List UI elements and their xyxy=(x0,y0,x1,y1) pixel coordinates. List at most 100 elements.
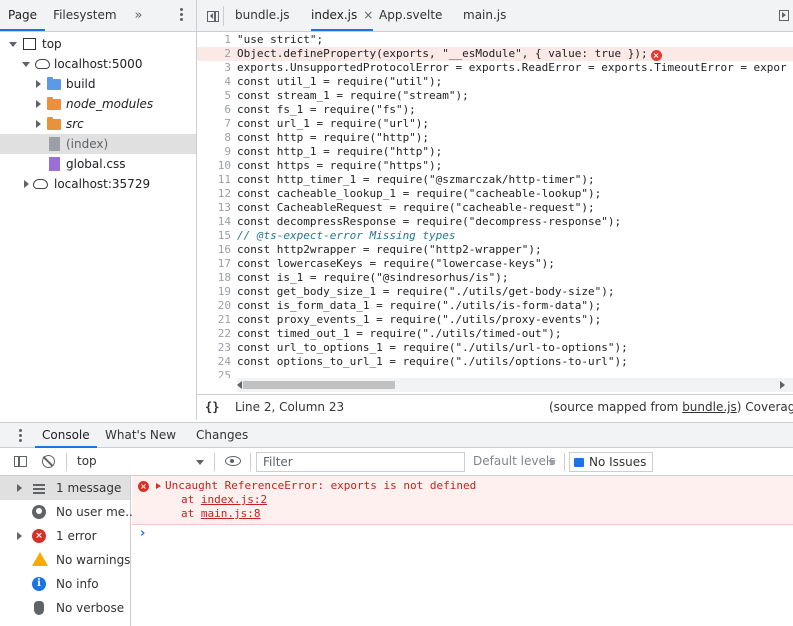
tree-item-node-modules[interactable]: node_modules xyxy=(0,94,196,114)
line-number[interactable]: 4 xyxy=(197,75,237,89)
scrollbar-thumb[interactable] xyxy=(243,381,395,389)
pretty-print-icon[interactable]: {} xyxy=(205,395,219,420)
code-line: 17 const lowercaseKeys = require("lowerca… xyxy=(197,257,793,271)
line-number[interactable]: 15 xyxy=(197,229,237,243)
line-number[interactable]: 3 xyxy=(197,61,237,75)
sidebar-item-errors[interactable]: × 1 error xyxy=(0,524,130,548)
tree-item-src[interactable]: src xyxy=(0,114,196,134)
line-number[interactable]: 11 xyxy=(197,173,237,187)
chevron-down-icon[interactable] xyxy=(548,460,556,465)
sidebar-item-warnings[interactable]: No warnings xyxy=(0,548,130,572)
tree-item-global-css[interactable]: global.css xyxy=(0,154,196,174)
line-number[interactable]: 21 xyxy=(197,313,237,327)
index-js-link[interactable]: index.js:2 xyxy=(201,493,267,506)
log-levels-dropdown[interactable]: Default levels xyxy=(473,448,555,475)
sidebar-item-info[interactable]: i No info xyxy=(0,572,130,596)
line-number[interactable]: 1 xyxy=(197,33,237,47)
chevron-down-icon[interactable] xyxy=(196,460,204,465)
error-marker-icon[interactable]: × xyxy=(650,50,662,61)
line-number[interactable]: 9 xyxy=(197,145,237,159)
line-number[interactable]: 2 xyxy=(197,47,237,61)
line-number[interactable]: 19 xyxy=(197,285,237,299)
console-output[interactable]: × Uncaught ReferenceError: exports is no… xyxy=(132,476,793,626)
code-line: 5 const stream_1 = require("stream"); xyxy=(197,89,793,103)
sidebar-item-verbose[interactable]: No verbose xyxy=(0,596,130,620)
tree-item-index[interactable]: (index) xyxy=(0,134,196,154)
tree-item-localhost-35729[interactable]: localhost:35729 xyxy=(0,174,196,194)
tab-page[interactable]: Page xyxy=(0,0,46,31)
warning-icon xyxy=(32,552,48,566)
expand-arrow-icon[interactable] xyxy=(17,532,22,540)
stack-frame-prefix: at xyxy=(181,507,201,520)
clear-console-icon[interactable] xyxy=(42,455,55,468)
tab-changes[interactable]: Changes xyxy=(196,423,248,448)
line-number[interactable]: 7 xyxy=(197,117,237,131)
code-line: 23 const url_to_options_1 = require("./ut… xyxy=(197,341,793,355)
line-number[interactable]: 12 xyxy=(197,187,237,201)
expand-arrow-icon[interactable] xyxy=(9,42,17,47)
sidebar-item-user-messages[interactable]: No user me... xyxy=(0,500,137,524)
more-tabs-icon[interactable]: » xyxy=(125,8,153,23)
issues-button[interactable]: No Issues xyxy=(569,452,654,472)
line-number[interactable]: 23 xyxy=(197,341,237,355)
code-line: 25 xyxy=(197,369,793,378)
toggle-debugger-icon[interactable] xyxy=(779,10,789,21)
tab-console[interactable]: Console xyxy=(35,423,97,448)
code-area[interactable]: 1 "use strict"; 2 Object.defineProperty(exp… xyxy=(197,33,793,378)
code-text: const https = require("https"); xyxy=(237,159,443,172)
tab-app-svelte[interactable]: App.svelte xyxy=(379,0,442,31)
tab-filesystem[interactable]: Filesystem xyxy=(45,0,124,31)
code-text: const http_timer_1 = require("@szmarczak… xyxy=(237,173,595,186)
expand-arrow-icon[interactable] xyxy=(156,483,161,489)
scroll-right-icon[interactable] xyxy=(780,381,785,389)
main-js-link[interactable]: main.js:8 xyxy=(201,507,261,520)
line-number[interactable]: 13 xyxy=(197,201,237,215)
line-number[interactable]: 22 xyxy=(197,327,237,341)
line-number[interactable]: 8 xyxy=(197,131,237,145)
coverage-info: Coverage: n/a xyxy=(745,400,793,414)
toggle-navigator-icon[interactable] xyxy=(207,11,219,22)
code-line: 13 const CacheableRequest = require("cach… xyxy=(197,201,793,215)
live-expression-eye-icon[interactable] xyxy=(225,456,241,466)
drawer-menu-icon[interactable] xyxy=(19,429,22,444)
sidebar-item-label: No user me... xyxy=(56,505,137,519)
expand-arrow-icon[interactable] xyxy=(22,62,30,67)
tree-item-localhost-5000[interactable]: localhost:5000 xyxy=(0,54,196,74)
navigator-menu-icon[interactable] xyxy=(180,8,184,22)
tab-whats-new[interactable]: What's New xyxy=(105,423,176,448)
line-number[interactable]: 24 xyxy=(197,355,237,369)
line-number[interactable]: 18 xyxy=(197,271,237,285)
close-icon[interactable]: × xyxy=(363,8,373,22)
tab-main-js[interactable]: main.js xyxy=(463,0,506,31)
tree-item-top[interactable]: top xyxy=(0,34,196,54)
sidebar-item-messages[interactable]: 1 message xyxy=(0,476,130,500)
drawer-tabs: Console What's New Changes xyxy=(0,422,793,448)
line-number[interactable]: 16 xyxy=(197,243,237,257)
line-number[interactable]: 5 xyxy=(197,89,237,103)
divider xyxy=(564,453,565,471)
collapse-arrow-icon[interactable] xyxy=(36,100,41,108)
filter-input[interactable] xyxy=(256,452,465,472)
sidebar-item-label: No info xyxy=(56,577,99,591)
collapse-arrow-icon[interactable] xyxy=(36,80,41,88)
tab-bundle-js[interactable]: bundle.js xyxy=(235,0,290,31)
scroll-left-icon[interactable] xyxy=(237,381,242,389)
tab-index-js[interactable]: index.js × xyxy=(311,0,374,31)
code-text: const get_body_size_1 = require("./utils… xyxy=(237,285,615,298)
console-prompt-icon[interactable]: › xyxy=(140,526,145,541)
console-toolbar: top Default levels No Issues xyxy=(0,448,793,476)
expand-arrow-icon[interactable] xyxy=(17,484,22,492)
line-number[interactable]: 20 xyxy=(197,299,237,313)
line-number[interactable]: 14 xyxy=(197,215,237,229)
collapse-arrow-icon[interactable] xyxy=(24,180,29,188)
collapse-arrow-icon[interactable] xyxy=(36,120,41,128)
line-number[interactable]: 6 xyxy=(197,103,237,117)
horizontal-scrollbar[interactable] xyxy=(237,378,793,392)
line-number[interactable]: 10 xyxy=(197,159,237,173)
bundle-js-link[interactable]: bundle.js xyxy=(682,400,737,414)
line-number[interactable]: 25 xyxy=(197,369,237,378)
context-selector[interactable]: top xyxy=(77,448,97,475)
show-sidebar-icon[interactable] xyxy=(14,456,27,467)
line-number[interactable]: 17 xyxy=(197,257,237,271)
tree-item-build[interactable]: build xyxy=(0,74,196,94)
